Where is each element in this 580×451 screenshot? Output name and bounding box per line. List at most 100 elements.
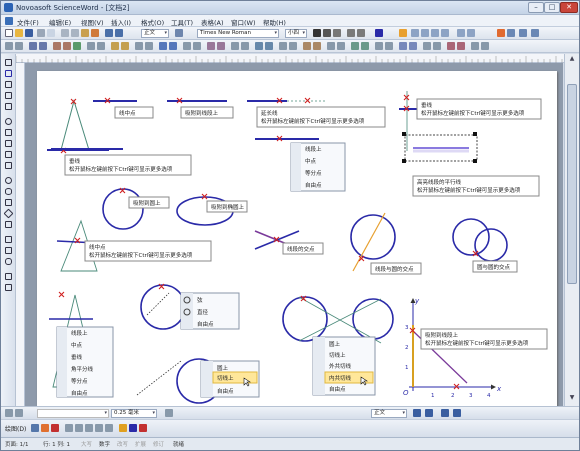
toolbar2-tool-3-icon[interactable]: [29, 42, 37, 50]
menu3-item-4[interactable]: 等分点: [71, 377, 88, 385]
save-icon[interactable]: [25, 29, 33, 37]
draw-line-color-icon[interactable]: [129, 424, 137, 432]
handle-icon[interactable]: [473, 159, 477, 163]
toolbar2-tool-16-icon[interactable]: [183, 42, 191, 50]
menu5-item-4[interactable]: 自由点: [329, 385, 346, 393]
menu5-item-0[interactable]: 圆上: [329, 340, 341, 348]
line-width-combo[interactable]: 0.25 毫米: [111, 409, 157, 418]
prop-arrow-icon[interactable]: [441, 409, 449, 417]
menu3-item-5[interactable]: 自由点: [71, 389, 88, 397]
prop-arrow-icon[interactable]: [453, 409, 461, 417]
open-icon[interactable]: [15, 29, 23, 37]
toolbar2-tool-15-icon[interactable]: [169, 42, 177, 50]
polygon-tool-icon[interactable]: [5, 236, 12, 243]
toolbar2-tool-12-icon[interactable]: [135, 42, 143, 50]
draw-rotate-icon[interactable]: [41, 424, 49, 432]
preview-icon[interactable]: [47, 29, 55, 37]
menu-file[interactable]: 文件(F): [17, 17, 39, 27]
toolbar2-tool-36-icon[interactable]: [423, 42, 431, 50]
italic-icon[interactable]: [323, 29, 331, 37]
menu5-item-3[interactable]: 内共切线: [329, 374, 352, 382]
draw-delete-icon[interactable]: [51, 424, 59, 432]
line-tool-icon[interactable]: [5, 70, 12, 77]
toolbar2-tool-37-icon[interactable]: [433, 42, 441, 50]
menu3-item-3[interactable]: 角平分线: [71, 365, 94, 373]
parallel-tool-icon[interactable]: [5, 151, 12, 158]
menu1-item-2[interactable]: 等分点: [305, 169, 322, 177]
rhombus-tool-icon[interactable]: [3, 208, 14, 219]
subscript-icon[interactable]: [357, 29, 365, 37]
maximize-button[interactable]: □: [544, 2, 560, 13]
toolbar2-tool-11-icon[interactable]: [121, 42, 129, 50]
ellipse-tool-icon[interactable]: [5, 188, 12, 195]
toolbar2-tool-39-icon[interactable]: [457, 42, 465, 50]
menu-edit[interactable]: 编辑(E): [49, 17, 71, 27]
menu2-item-0[interactable]: 弦: [197, 296, 203, 304]
toolbar2-tool-19-icon[interactable]: [217, 42, 225, 50]
select-tool-icon[interactable]: [5, 59, 12, 66]
menu3-item-2[interactable]: 垂线: [71, 353, 83, 361]
toolbar2-tool-4-icon[interactable]: [39, 42, 47, 50]
toolbar2-tool-10-icon[interactable]: [111, 42, 119, 50]
circle-snap[interactable]: [102, 188, 144, 230]
line-style-combo[interactable]: [37, 409, 109, 418]
toolbar2-tool-27-icon[interactable]: [313, 42, 321, 50]
toolbar2-tool-34-icon[interactable]: [399, 42, 407, 50]
scroll-up-icon[interactable]: ▲: [567, 55, 577, 64]
prop-arrow-icon[interactable]: [413, 409, 421, 417]
draw-select-icon[interactable]: [31, 424, 39, 432]
triangle-shape[interactable]: [60, 99, 90, 151]
toolbar2-tool-21-icon[interactable]: [241, 42, 249, 50]
paste-icon[interactable]: [81, 29, 89, 37]
prop-arrow-icon[interactable]: [425, 409, 433, 417]
menu-tools[interactable]: 工具(T): [171, 17, 193, 27]
fraction-icon[interactable]: [519, 29, 527, 37]
circle-tan-a[interactable]: [282, 296, 328, 342]
menu5-item-1[interactable]: 切线上: [329, 351, 346, 359]
scroll-down-icon[interactable]: ▼: [567, 394, 577, 403]
toolbar2-tool-26-icon[interactable]: [303, 42, 311, 50]
menu4-item-1[interactable]: 切线上: [217, 374, 234, 382]
bold-icon[interactable]: [313, 29, 321, 37]
cut-icon[interactable]: [61, 29, 69, 37]
circle-menu2[interactable]: [140, 284, 186, 330]
menu-table[interactable]: 表格(A): [201, 17, 224, 27]
menu-insert[interactable]: 插入(I): [111, 17, 131, 27]
arrow-style-icon[interactable]: [165, 409, 173, 417]
align-right-icon[interactable]: [431, 29, 439, 37]
format-painter-icon[interactable]: [91, 29, 99, 37]
highlight-icon[interactable]: [399, 29, 407, 37]
vector-tool-icon[interactable]: [5, 103, 12, 110]
triangle-tool-icon[interactable]: [5, 221, 12, 228]
menu4-item-2[interactable]: 自由点: [217, 387, 234, 395]
align-center-icon[interactable]: [421, 29, 429, 37]
print-icon[interactable]: [37, 29, 45, 37]
draw-line-icon[interactable]: [65, 424, 73, 432]
toolbar2-tool-24-icon[interactable]: [279, 42, 287, 50]
font-size-combo[interactable]: 小四: [285, 29, 307, 38]
bullets-icon[interactable]: [457, 29, 465, 37]
toolbar2-tool-23-icon[interactable]: [265, 42, 273, 50]
toolbar2-tool-18-icon[interactable]: [207, 42, 215, 50]
doc-menu-icon[interactable]: [5, 17, 13, 25]
menu3-item-0[interactable]: 线段上: [71, 329, 88, 337]
handle-icon[interactable]: [473, 132, 477, 136]
font-combo[interactable]: Times New Roman: [197, 29, 279, 38]
menu3-item-1[interactable]: 中点: [71, 341, 83, 349]
hexagon-tool-icon[interactable]: [5, 258, 12, 265]
menu-format[interactable]: 格式(O): [141, 17, 164, 27]
toolbar2-tool-14-icon[interactable]: [159, 42, 167, 50]
toolbar2-tool-1-icon[interactable]: [5, 42, 13, 50]
toolbar2-tool-2-icon[interactable]: [15, 42, 23, 50]
rectangle-tool-icon[interactable]: [5, 199, 12, 206]
circle-tan-b[interactable]: [352, 298, 394, 340]
prop-tool-icon[interactable]: [15, 409, 23, 417]
segment-tool-icon[interactable]: [5, 81, 12, 88]
toolbar2-tool-35-icon[interactable]: [409, 42, 417, 50]
toolbar2-tool-41-icon[interactable]: [481, 42, 489, 50]
toolbar2-tool-29-icon[interactable]: [337, 42, 345, 50]
curve-tool-icon[interactable]: [5, 284, 12, 291]
pentagon-tool-icon[interactable]: [5, 247, 12, 254]
minimize-button[interactable]: –: [528, 2, 544, 13]
document-page[interactable]: 线中点 吸附到线段上 延长线 松开鼠标左键前按下Ctrl键可显示更多选项 垂线 …: [37, 71, 557, 406]
